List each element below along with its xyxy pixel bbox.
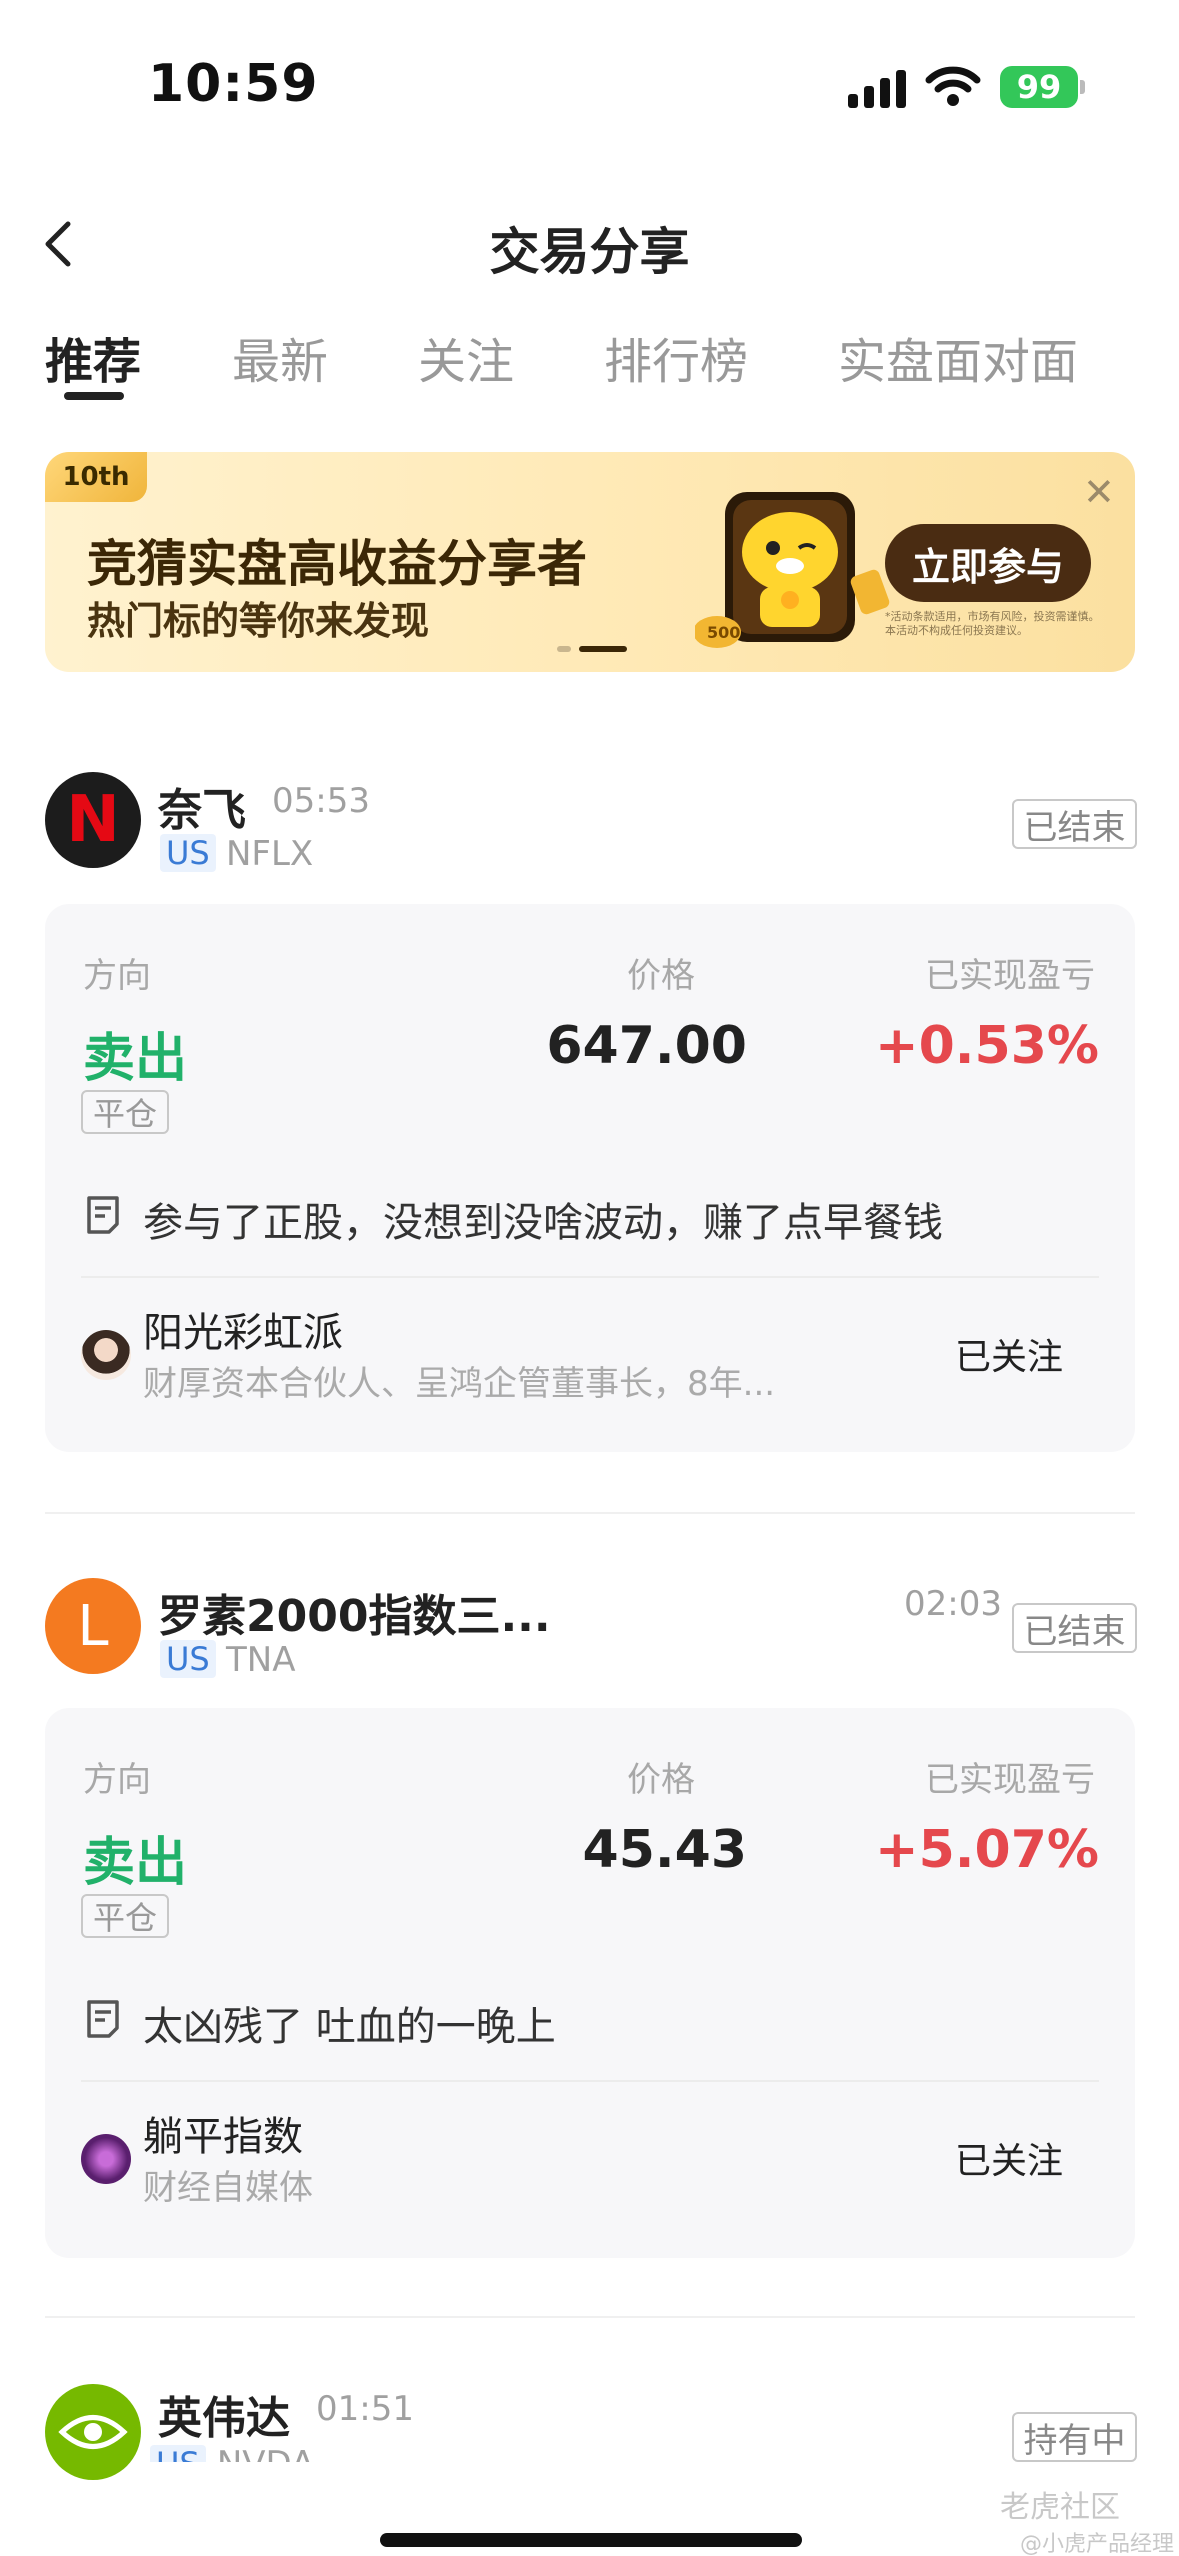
comment-icon: [87, 1196, 119, 1234]
banner-disclaimer: *活动条款适用，市场有风险，投资需谨慎。本活动不构成任何投资建议。: [885, 610, 1100, 637]
active-tab-indicator: [64, 392, 124, 400]
banner-subline: 热门标的等你来发现: [87, 599, 430, 643]
promo-banner[interactable]: 10th 竞猜实盘高收益分享者 热门标的等你来发现 500 立即参与 ✕ *活动…: [45, 452, 1135, 672]
trade-time: 02:03: [904, 1584, 1002, 1624]
trade-price: 45.43: [582, 1820, 747, 1880]
tab-live-face-to-face[interactable]: 实盘面对面: [838, 322, 1078, 392]
cellular-signal-icon: [848, 70, 906, 108]
stock-name[interactable]: 罗素2000指数三...: [158, 1580, 551, 1644]
wifi-icon: [925, 66, 981, 106]
trade-time: 05:53: [272, 781, 370, 821]
direction-label: 方向: [83, 956, 151, 996]
trade-time: 01:51: [316, 2389, 414, 2429]
divider: [81, 2080, 1099, 2082]
stock-avatar-nflx[interactable]: N: [45, 772, 141, 868]
stock-avatar-nvda[interactable]: [45, 2384, 141, 2480]
user-avatar[interactable]: [81, 2134, 131, 2184]
ticker-row-clipped: US NVDA: [150, 2444, 350, 2462]
trade-price: 647.00: [546, 1016, 747, 1076]
user-avatar[interactable]: [81, 1330, 131, 1380]
stock-name[interactable]: 奈飞: [158, 774, 246, 838]
battery-tip: [1080, 80, 1085, 94]
trade-side: 卖出: [83, 1029, 188, 1089]
nvidia-eye-icon: [58, 2415, 128, 2449]
tab-latest[interactable]: 最新: [232, 322, 328, 392]
realized-pnl: +5.07%: [875, 1820, 1099, 1880]
ticker-symbol: NVDA: [217, 2444, 315, 2462]
user-bio: 财厚资本合伙人、呈鸿企管董事长，8年...: [143, 1364, 776, 1404]
follow-status-button[interactable]: 已关注: [955, 2132, 1063, 2184]
trade-comment: 参与了正股，没想到没啥波动，赚了点早餐钱: [143, 1200, 943, 1246]
status-badge: 已结束: [1012, 799, 1137, 849]
price-label: 价格: [627, 956, 695, 996]
pnl-label: 已实现盈亏: [925, 1760, 1095, 1800]
page-title: 交易分享: [489, 223, 690, 281]
market-badge: US: [150, 2445, 206, 2462]
follow-status-button[interactable]: 已关注: [955, 1328, 1063, 1380]
status-badge: 已结束: [1012, 1603, 1137, 1653]
watermark-brand: 老虎社区: [1000, 2490, 1120, 2525]
trade-comment: 太凶残了 吐血的一晚上: [143, 2004, 556, 2050]
stock-avatar-tna[interactable]: L: [45, 1578, 141, 1674]
card-separator: [45, 1512, 1135, 1514]
close-position-tag: 平仓: [81, 1894, 169, 1938]
market-badge: US: [160, 834, 216, 872]
join-now-button[interactable]: 立即参与: [885, 524, 1091, 602]
direction-label: 方向: [83, 1760, 151, 1800]
carousel-dot-active: [579, 646, 627, 652]
trade-side: 卖出: [83, 1833, 188, 1893]
comment-icon: [87, 2000, 119, 2038]
market-badge: US: [160, 1640, 216, 1678]
card-separator: [45, 2316, 1135, 2318]
tiger-mascot-icon: 500: [695, 492, 890, 648]
pnl-label: 已实现盈亏: [925, 956, 1095, 996]
divider: [81, 1276, 1099, 1278]
realized-pnl: +0.53%: [875, 1016, 1099, 1076]
watermark-author: @小虎产品经理: [1020, 2532, 1175, 2556]
user-bio: 财经自媒体: [143, 2168, 313, 2208]
home-indicator[interactable]: [380, 2533, 802, 2547]
trade-panel[interactable]: 方向 价格 已实现盈亏 卖出 45.43 +5.07% 平仓 太凶残了 吐血的一…: [45, 1708, 1135, 2258]
anniversary-badge: 10th: [45, 452, 147, 502]
user-name[interactable]: 躺平指数: [143, 2104, 303, 2162]
tab-leaderboard[interactable]: 排行榜: [604, 322, 748, 392]
banner-headline: 竞猜实盘高收益分享者: [87, 535, 587, 593]
trade-panel[interactable]: 方向 价格 已实现盈亏 卖出 647.00 +0.53% 平仓 参与了正股，没想…: [45, 904, 1135, 1452]
stock-name[interactable]: 英伟达: [158, 2382, 290, 2446]
user-name[interactable]: 阳光彩虹派: [143, 1300, 343, 1358]
ticker-symbol: TNA: [226, 1640, 296, 1680]
status-badge: 持有中: [1012, 2412, 1137, 2462]
ticker-symbol: NFLX: [226, 834, 314, 874]
svg-text:500: 500: [707, 623, 740, 642]
close-position-tag: 平仓: [81, 1090, 169, 1134]
tab-following[interactable]: 关注: [418, 322, 514, 392]
carousel-dot: [557, 646, 571, 652]
banner-close-icon[interactable]: ✕: [1083, 470, 1115, 514]
status-time: 10:59: [148, 54, 319, 114]
tab-recommended[interactable]: 推荐: [45, 322, 141, 392]
price-label: 价格: [627, 1760, 695, 1800]
battery-indicator: 99: [1000, 66, 1078, 108]
